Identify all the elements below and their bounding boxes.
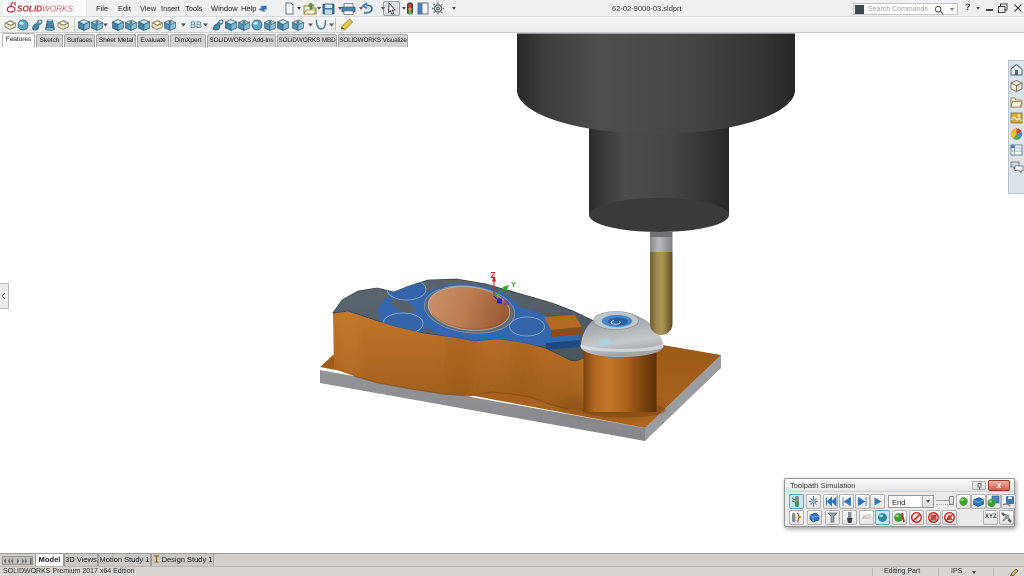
svg-text:Y: Y [511, 280, 516, 289]
svg-text:Z: Z [491, 271, 496, 280]
svg-text:WORKS: WORKS [42, 5, 73, 14]
svg-text:SOLID: SOLID [17, 5, 42, 14]
